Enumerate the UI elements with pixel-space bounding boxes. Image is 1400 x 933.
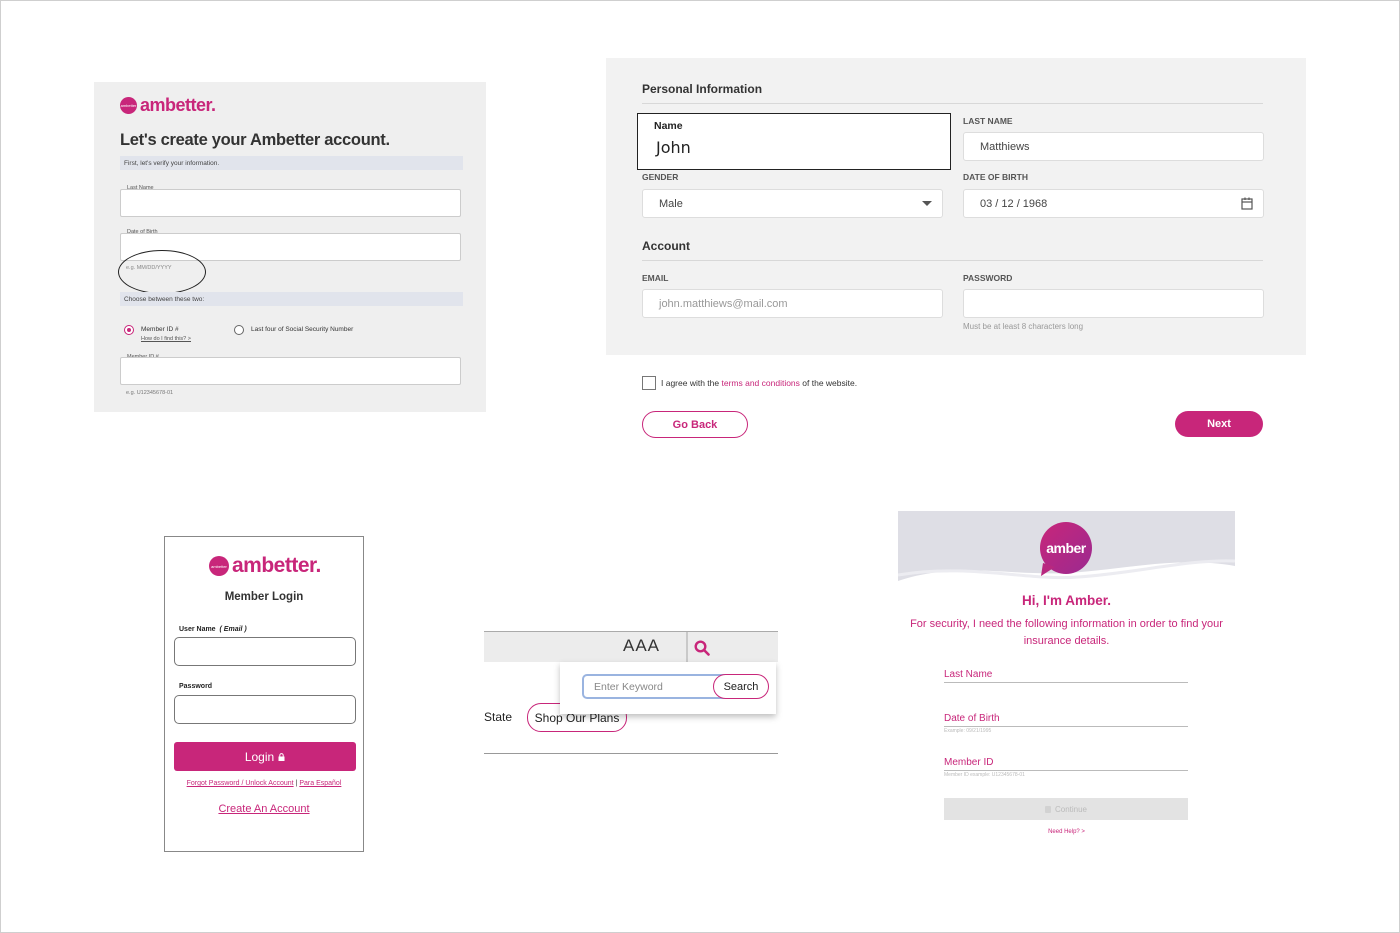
divider (642, 103, 1263, 104)
terms-checkbox[interactable] (642, 376, 656, 390)
password-input[interactable] (174, 695, 356, 724)
continue-button[interactable]: Continue (944, 798, 1188, 820)
email-label: EMAIL (642, 273, 669, 283)
last-name-input[interactable] (944, 682, 1188, 683)
site-header-snippet: AAA State Shop Our Plans Enter Keyword S… (484, 631, 778, 755)
name-label: Name (654, 120, 683, 132)
speech-tail-icon (1041, 563, 1055, 576)
personal-info-panel: Personal Information Name John LAST NAME… (606, 58, 1306, 355)
last-name-input[interactable]: Matthiews (963, 132, 1264, 161)
terms-link[interactable]: terms and conditions (721, 378, 799, 388)
dob-label: Date of Birth (944, 713, 1000, 724)
ssn-radio[interactable] (234, 325, 244, 335)
search-icon[interactable] (694, 640, 710, 656)
terms-post: of the website. (799, 378, 858, 388)
login-links: Forgot Password / Unlock Account | Para … (165, 780, 363, 787)
gender-select[interactable]: Male (642, 189, 943, 218)
text-size-control[interactable]: AAA (623, 636, 660, 656)
name-value: John (656, 138, 691, 157)
member-id-input[interactable] (944, 770, 1188, 771)
terms-text: I agree with the terms and conditions of… (661, 378, 857, 388)
password-label: Password (179, 683, 213, 690)
go-back-button[interactable]: Go Back (642, 411, 748, 438)
search-popup: Enter Keyword Search (560, 662, 776, 714)
state-link[interactable]: State (484, 710, 512, 724)
dob-input[interactable]: 03 / 12 / 1968 (963, 189, 1264, 218)
calendar-icon[interactable] (1241, 197, 1253, 210)
terms-pre: I agree with the (661, 378, 722, 388)
divider (642, 260, 1263, 261)
ambetter-logo: ambetter ambetter. (209, 554, 321, 578)
username-label-text: User Name (179, 626, 216, 633)
create-account-link[interactable]: Create An Account (165, 803, 363, 815)
email-input[interactable]: john.matthiews@mail.com (642, 289, 943, 318)
greeting: Hi, I'm Amber. (1022, 593, 1111, 608)
password-label: PASSWORD (963, 273, 1013, 283)
member-id-option-label: Member ID # (141, 326, 179, 333)
member-id-radio[interactable] (124, 325, 134, 335)
dob-example: Example: 09/21/1995 (944, 728, 992, 734)
forgot-password-link[interactable]: Forgot Password / Unlock Account (187, 780, 294, 787)
gender-value: Male (659, 197, 683, 210)
gender-label: GENDER (642, 172, 679, 182)
logo-wordmark: ambetter. (232, 554, 321, 577)
chevron-down-icon (922, 201, 932, 206)
name-field[interactable]: Name John (637, 113, 951, 170)
page-title: Let's create your Ambetter account. (120, 131, 390, 149)
continue-label: Continue (1054, 804, 1088, 814)
logo-wordmark: ambetter. (140, 95, 216, 115)
verify-band: First, let's verify your information. (120, 156, 463, 170)
logo-mark: ambetter (120, 97, 137, 114)
divider (484, 753, 778, 754)
intro-text: For security, I need the following infor… (910, 618, 1223, 647)
ssn-option-label: Last four of Social Security Number (251, 326, 354, 333)
create-account-panel: ambetter ambetter. Let's create your Amb… (94, 82, 486, 412)
spanish-link[interactable]: Para Español (299, 780, 341, 787)
last-name-label: Last Name (944, 669, 993, 680)
choose-band: Choose between these two: (120, 292, 463, 306)
member-login-panel: ambetter ambetter. Member Login User Nam… (164, 536, 364, 852)
username-label: User Name ( Email ) (179, 626, 247, 633)
ambetter-logo: ambetter ambetter. (120, 95, 216, 116)
lock-icon (278, 752, 285, 761)
annotation-ellipse (118, 250, 206, 294)
account-title: Account (642, 239, 690, 253)
username-input[interactable] (174, 637, 356, 666)
lock-icon (1044, 805, 1051, 813)
header-bar: AAA (484, 631, 778, 663)
personal-info-title: Personal Information (642, 82, 763, 96)
dob-value: 03 / 12 / 1968 (980, 197, 1048, 210)
username-hint: ( Email ) (219, 626, 247, 633)
member-id-input[interactable] (120, 357, 461, 385)
last-name-label: LAST NAME (963, 116, 1013, 126)
search-button[interactable]: Search (713, 674, 769, 699)
dob-label: DATE OF BIRTH (963, 172, 1029, 182)
login-label: Login (244, 749, 275, 764)
member-id-label: Member ID (944, 757, 994, 768)
member-login-title: Member Login (224, 591, 304, 603)
header-divider (686, 632, 688, 663)
logo-mark: ambetter (209, 556, 229, 576)
password-help: Must be at least 8 characters long (963, 322, 1084, 331)
link-separator: | (295, 780, 298, 787)
login-button[interactable]: Login (174, 742, 356, 771)
dob-input[interactable] (944, 726, 1188, 727)
last-name-input[interactable] (120, 189, 461, 217)
next-button[interactable]: Next (1175, 411, 1263, 437)
amber-assistant-panel: amber Hi, I'm Amber. For security, I nee… (898, 511, 1235, 856)
find-member-id-link[interactable]: How do I find this? > (141, 336, 191, 342)
member-id-hint: e.g. U12345678-01 (126, 390, 174, 396)
need-help-link[interactable]: Need Help? > (898, 829, 1235, 835)
member-id-example: Member ID example: U12345678-01 (944, 772, 1025, 778)
password-input[interactable] (963, 289, 1264, 318)
